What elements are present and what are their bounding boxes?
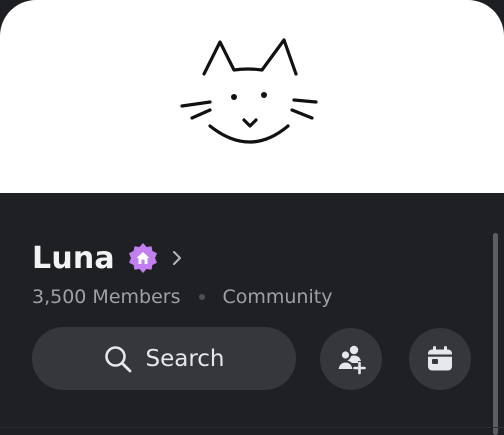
server-title-row[interactable]: Luna <box>32 238 183 278</box>
scrollbar[interactable] <box>493 233 498 435</box>
search-label: Search <box>145 345 225 372</box>
community-house-badge-icon <box>128 243 157 273</box>
invite-button[interactable] <box>320 328 382 390</box>
member-count: 3,500 Members <box>32 286 181 308</box>
cat-doodle-image <box>180 38 318 144</box>
calendar-icon <box>428 346 452 371</box>
add-member-icon <box>336 345 366 375</box>
search-button[interactable]: Search <box>32 327 296 390</box>
events-button[interactable] <box>409 328 471 390</box>
server-category: Community <box>222 286 333 308</box>
server-banner <box>0 0 504 193</box>
server-info-panel: Luna 3,500 Members Community Search <box>0 193 504 435</box>
chevron-right-icon[interactable] <box>171 250 183 266</box>
server-name: Luna <box>32 240 115 276</box>
server-meta: 3,500 Members Community <box>32 284 332 310</box>
section-divider <box>0 427 504 428</box>
separator-dot <box>199 294 206 300</box>
search-icon <box>105 345 132 372</box>
